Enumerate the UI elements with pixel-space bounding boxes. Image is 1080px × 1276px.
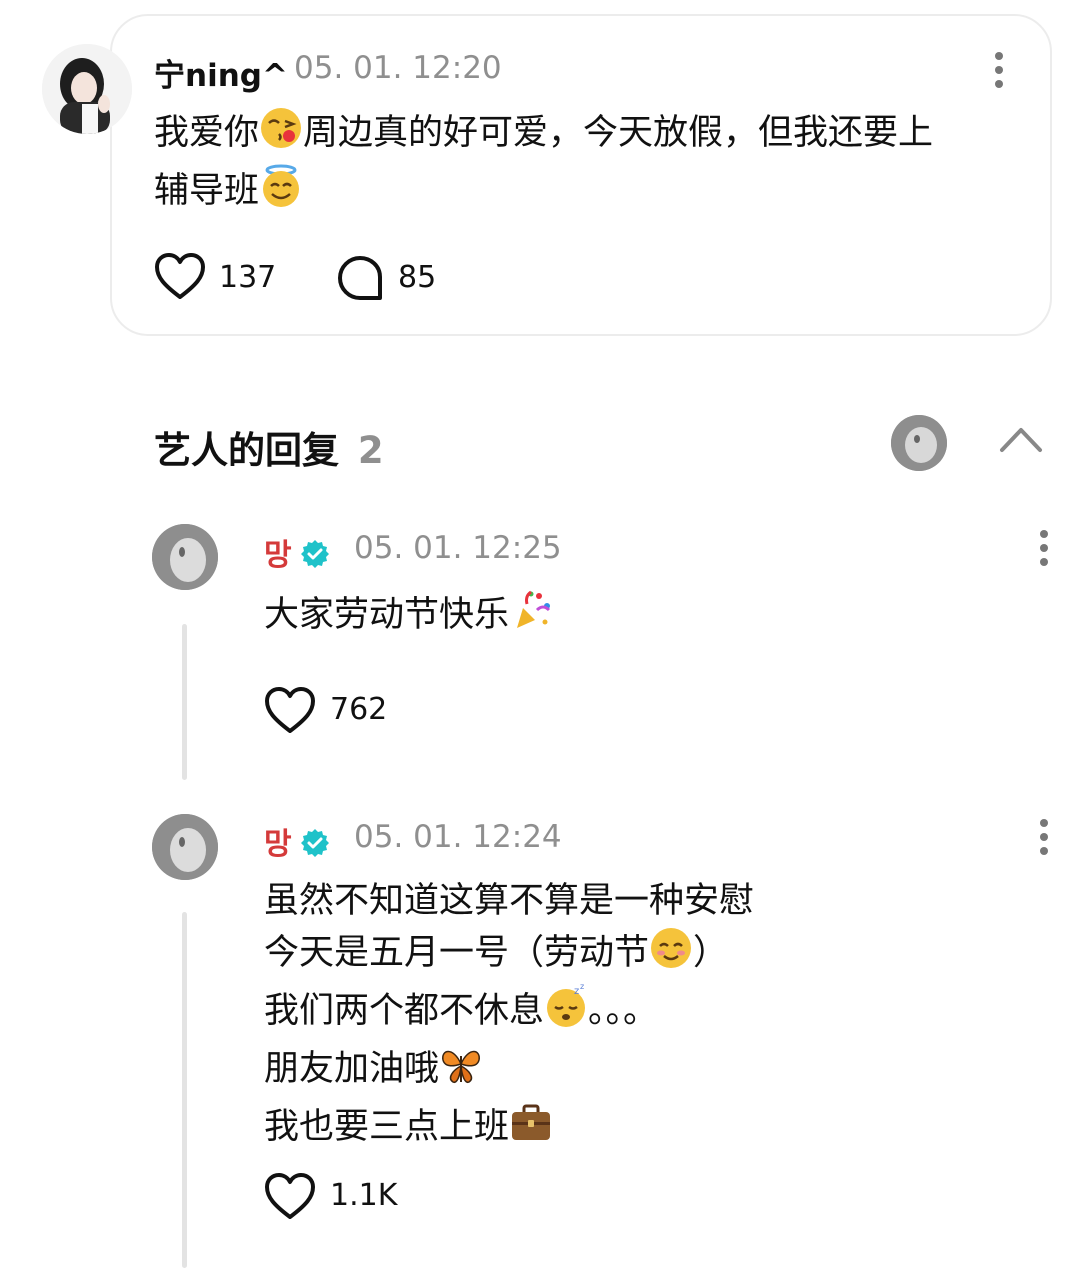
- fan-comment-count: 85: [398, 260, 437, 295]
- reply-2-like-button[interactable]: [264, 1172, 316, 1226]
- fan-comment-button[interactable]: [336, 254, 384, 306]
- reply-1-like-button[interactable]: [264, 686, 316, 740]
- heart-icon: [155, 253, 205, 299]
- svg-text:z: z: [580, 984, 584, 991]
- reply-2-text: 虽然不知道这算不算是一种安慰 今天是五月一号（劳动节） 我们两个都不休息 z z。。…: [264, 876, 1024, 1158]
- reply-1-author[interactable]: 망: [264, 530, 330, 574]
- reply-2-author[interactable]: 망: [264, 819, 330, 863]
- fan-text-part2: 周边真的好可爱，今天放假，但我还要上: [303, 113, 934, 153]
- fan-username[interactable]: 宁ning^: [154, 50, 288, 95]
- reply-2-more-icon[interactable]: [1040, 819, 1050, 861]
- reply-2-timestamp: 05. 01. 12:24: [354, 819, 562, 855]
- reply-2-line-3-end: 。。。: [588, 991, 659, 1031]
- reply-2-line-1: 虽然不知道这算不算是一种安慰: [264, 881, 755, 921]
- halo-smile-emoji-icon: [259, 164, 303, 222]
- verified-badge-icon: [300, 539, 330, 573]
- replies-count: 2: [357, 429, 384, 472]
- heart-icon: [265, 1173, 315, 1219]
- reply-1-text: 大家劳动节快乐: [264, 588, 553, 646]
- verified-badge-icon: [300, 828, 330, 862]
- fan-text-part1: 我爱你: [154, 113, 260, 153]
- reply-2-like-count: 1.1K: [330, 1178, 398, 1213]
- replies-title: 艺人的回复: [154, 429, 339, 472]
- artist-avatar-reply-2[interactable]: [152, 814, 218, 880]
- heart-icon: [265, 687, 315, 733]
- kiss-emoji-icon: [259, 106, 303, 164]
- butterfly-emoji-icon: [439, 1042, 483, 1100]
- comment-bubble-icon: [338, 256, 382, 300]
- reply-2-line-2-end: ）: [693, 933, 729, 973]
- fan-post-text: 我爱你 周边真的好可爱，今天放假，但我还要上 辅导班: [154, 106, 1014, 222]
- sleeping-emoji-icon: zz: [544, 982, 588, 1042]
- svg-text:z: z: [574, 986, 579, 997]
- artist-avatar-reply-1[interactable]: [152, 524, 218, 590]
- artist-avatar-header[interactable]: [891, 415, 947, 471]
- reply-1-line-1: 大家劳动节快乐: [264, 595, 510, 635]
- reply-1-username: 망: [264, 538, 292, 573]
- reply-1-timestamp: 05. 01. 12:25: [354, 530, 562, 566]
- reply-2-line-2: 今天是五月一号（劳动节: [264, 933, 650, 973]
- smiling-emoji-icon: [649, 926, 693, 984]
- reply-1-like-count: 762: [330, 692, 388, 727]
- fan-avatar[interactable]: [42, 44, 132, 134]
- reply-2-line-5: 我也要三点上班: [264, 1107, 510, 1147]
- briefcase-emoji-icon: [509, 1100, 553, 1158]
- fan-post-more-icon[interactable]: [995, 52, 1005, 94]
- fan-timestamp: 05. 01. 12:20: [294, 50, 502, 86]
- fan-like-button[interactable]: [154, 252, 206, 306]
- thread-line-1: [182, 624, 187, 780]
- artist-replies-header: 艺人的回复 2: [154, 420, 384, 474]
- reply-2-username: 망: [264, 827, 292, 862]
- reply-2-line-3: 我们两个都不休息: [264, 991, 545, 1031]
- confetti-emoji-icon: [509, 588, 553, 646]
- thread-line-2: [182, 912, 187, 1268]
- fan-like-count: 137: [219, 260, 277, 295]
- reply-2-line-4: 朋友加油哦: [264, 1049, 440, 1089]
- fan-text-part3: 辅导班: [154, 171, 260, 211]
- collapse-chevron-up-icon[interactable]: [998, 424, 1044, 458]
- reply-1-more-icon[interactable]: [1040, 530, 1050, 572]
